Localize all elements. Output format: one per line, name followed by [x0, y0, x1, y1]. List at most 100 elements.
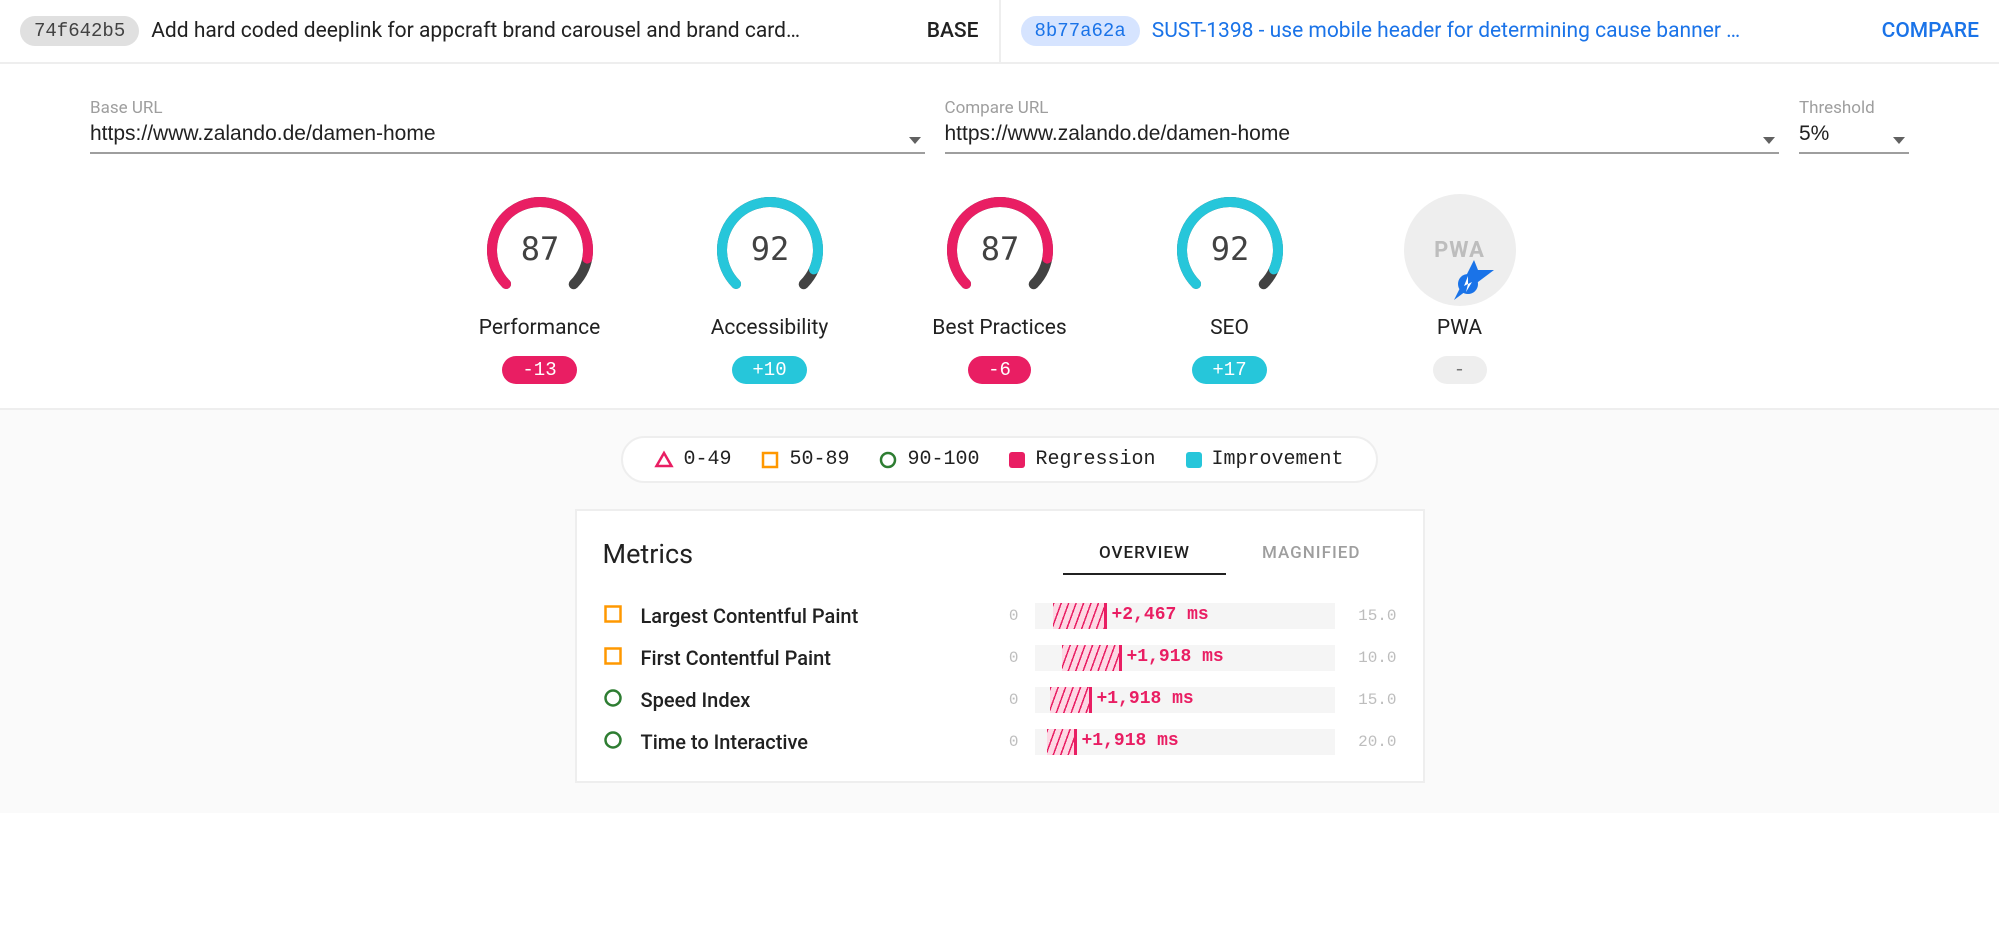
base-url-label: Base URL: [90, 98, 925, 118]
metric-row: Speed Index 0 +1,918 ms 15.0: [603, 679, 1397, 721]
metric-rating-icon: [603, 604, 625, 628]
gauge-score-text: 92: [1210, 230, 1249, 268]
legend-range-low: 0-49: [655, 448, 731, 471]
gauge-delta-pill: +17: [1192, 356, 1266, 384]
gauge-delta-pill: -: [1433, 356, 1487, 384]
metric-rating-icon: [603, 646, 625, 670]
compare-commit-hash[interactable]: 8b77a62a: [1021, 16, 1140, 46]
base-commit-hash[interactable]: 74f642b5: [20, 16, 139, 46]
metrics-tabs: OVERVIEW MAGNIFIED: [1063, 533, 1397, 575]
base-url-input[interactable]: [90, 120, 925, 154]
circle-icon: [879, 451, 897, 469]
metric-rating-icon: [603, 730, 625, 754]
legend: 0-49 50-89 90-100 Regression Improvement: [621, 436, 1377, 483]
gauge-name-text: SEO: [1210, 316, 1249, 340]
triangle-icon: [655, 451, 673, 469]
metric-max: 15.0: [1351, 607, 1397, 625]
gauge-ring: 87: [484, 194, 596, 306]
metric-min: 0: [973, 691, 1019, 709]
metric-row: Time to Interactive 0 +1,918 ms 20.0: [603, 721, 1397, 763]
compare-commit-message: SUST-1398 - use mobile header for determ…: [1152, 19, 1870, 43]
base-url-field: Base URL: [90, 98, 925, 154]
gauge-ring: 92: [1174, 194, 1286, 306]
metric-delta-label: +2,467 ms: [1112, 605, 1209, 625]
threshold-label: Threshold: [1799, 98, 1909, 118]
gauge-delta-pill: -13: [502, 356, 576, 384]
metric-row: First Contentful Paint 0 +1,918 ms 10.0: [603, 637, 1397, 679]
legend-range-high: 90-100: [879, 448, 979, 471]
legend-improvement: Improvement: [1186, 448, 1344, 471]
metric-bar: +1,918 ms: [1035, 645, 1335, 671]
metric-name: Speed Index: [641, 688, 957, 712]
compare-url-input[interactable]: [945, 120, 1780, 154]
header-base: 74f642b5 Add hard coded deeplink for app…: [0, 0, 1001, 62]
gauge-name-text: PWA: [1437, 316, 1482, 340]
gauge-name-text: Accessibility: [711, 316, 829, 340]
metrics-card: Metrics OVERVIEW MAGNIFIED Largest Conte…: [575, 509, 1425, 783]
metric-bar: +1,918 ms: [1035, 687, 1335, 713]
base-label: BASE: [927, 19, 979, 43]
gauge-score-text: 92: [750, 230, 789, 268]
compare-label: COMPARE: [1882, 19, 1979, 43]
circle-icon: [603, 730, 623, 750]
legend-range-mid: 50-89: [761, 448, 849, 471]
metric-name: First Contentful Paint: [641, 646, 957, 670]
legend-regression: Regression: [1009, 448, 1155, 471]
gauge-ring: 92: [714, 194, 826, 306]
metric-delta-label: +1,918 ms: [1097, 689, 1194, 709]
compare-url-field: Compare URL: [945, 98, 1780, 154]
metric-row: Largest Contentful Paint 0 +2,467 ms 15.0: [603, 595, 1397, 637]
gauge-name-text: Best Practices: [932, 316, 1066, 340]
header-compare: 8b77a62a SUST-1398 - use mobile header f…: [1001, 0, 1999, 62]
gauge-seo: 92 SEO +17: [1155, 194, 1305, 384]
base-commit-message: Add hard coded deeplink for appcraft bra…: [151, 19, 915, 43]
gauge-accessibility: 92 Accessibility +10: [695, 194, 845, 384]
gauge-best-practices: 87 Best Practices -6: [925, 194, 1075, 384]
pwa-icon: PWA: [1404, 194, 1516, 306]
legend-mid-text: 50-89: [789, 448, 849, 471]
score-gauges-row: 87 Performance -13 92 Accessibility +10 87 Best…: [0, 160, 1999, 410]
metric-min: 0: [973, 733, 1019, 751]
metric-max: 20.0: [1351, 733, 1397, 751]
gauge-score-text: 87: [520, 230, 559, 268]
threshold-field: Threshold: [1799, 98, 1909, 154]
legend-improvement-text: Improvement: [1212, 448, 1344, 471]
compare-url-label: Compare URL: [945, 98, 1780, 118]
gauge-pwa: PWA PWA -: [1385, 194, 1535, 384]
square-icon: [603, 604, 623, 624]
metric-delta-label: +1,918 ms: [1127, 647, 1224, 667]
legend-high-text: 90-100: [907, 448, 979, 471]
gauge-delta-pill: +10: [732, 356, 806, 384]
metric-min: 0: [973, 607, 1019, 625]
metrics-rows: Largest Contentful Paint 0 +2,467 ms 15.0 Fi…: [603, 595, 1397, 763]
gauge-score-text: 87: [980, 230, 1019, 268]
metric-name: Largest Contentful Paint: [641, 604, 957, 628]
metric-rating-icon: [603, 688, 625, 712]
chevron-down-icon[interactable]: [1893, 137, 1905, 144]
pink-square-icon: [1009, 452, 1025, 468]
chevron-down-icon[interactable]: [1763, 137, 1775, 144]
metric-min: 0: [973, 649, 1019, 667]
metrics-section: Metrics OVERVIEW MAGNIFIED Largest Conte…: [0, 509, 1999, 813]
circle-icon: [603, 688, 623, 708]
legend-wrap: 0-49 50-89 90-100 Regression Improvement: [0, 410, 1999, 509]
legend-low-text: 0-49: [683, 448, 731, 471]
compare-header: 74f642b5 Add hard coded deeplink for app…: [0, 0, 1999, 64]
metric-bar: +2,467 ms: [1035, 603, 1335, 629]
metric-max: 10.0: [1351, 649, 1397, 667]
teal-square-icon: [1186, 452, 1202, 468]
url-form-row: Base URL Compare URL Threshold: [0, 64, 1999, 160]
tab-magnified[interactable]: MAGNIFIED: [1226, 533, 1397, 575]
gauge-delta-pill: -6: [968, 356, 1031, 384]
square-icon: [603, 646, 623, 666]
square-icon: [761, 451, 779, 469]
legend-regression-text: Regression: [1035, 448, 1155, 471]
gauge-name-text: Performance: [479, 316, 600, 340]
metric-max: 15.0: [1351, 691, 1397, 709]
metric-delta-label: +1,918 ms: [1082, 731, 1179, 751]
chevron-down-icon[interactable]: [909, 137, 921, 144]
gauge-performance: 87 Performance -13: [465, 194, 615, 384]
metric-name: Time to Interactive: [641, 730, 957, 754]
tab-overview[interactable]: OVERVIEW: [1063, 533, 1226, 575]
metric-bar: +1,918 ms: [1035, 729, 1335, 755]
